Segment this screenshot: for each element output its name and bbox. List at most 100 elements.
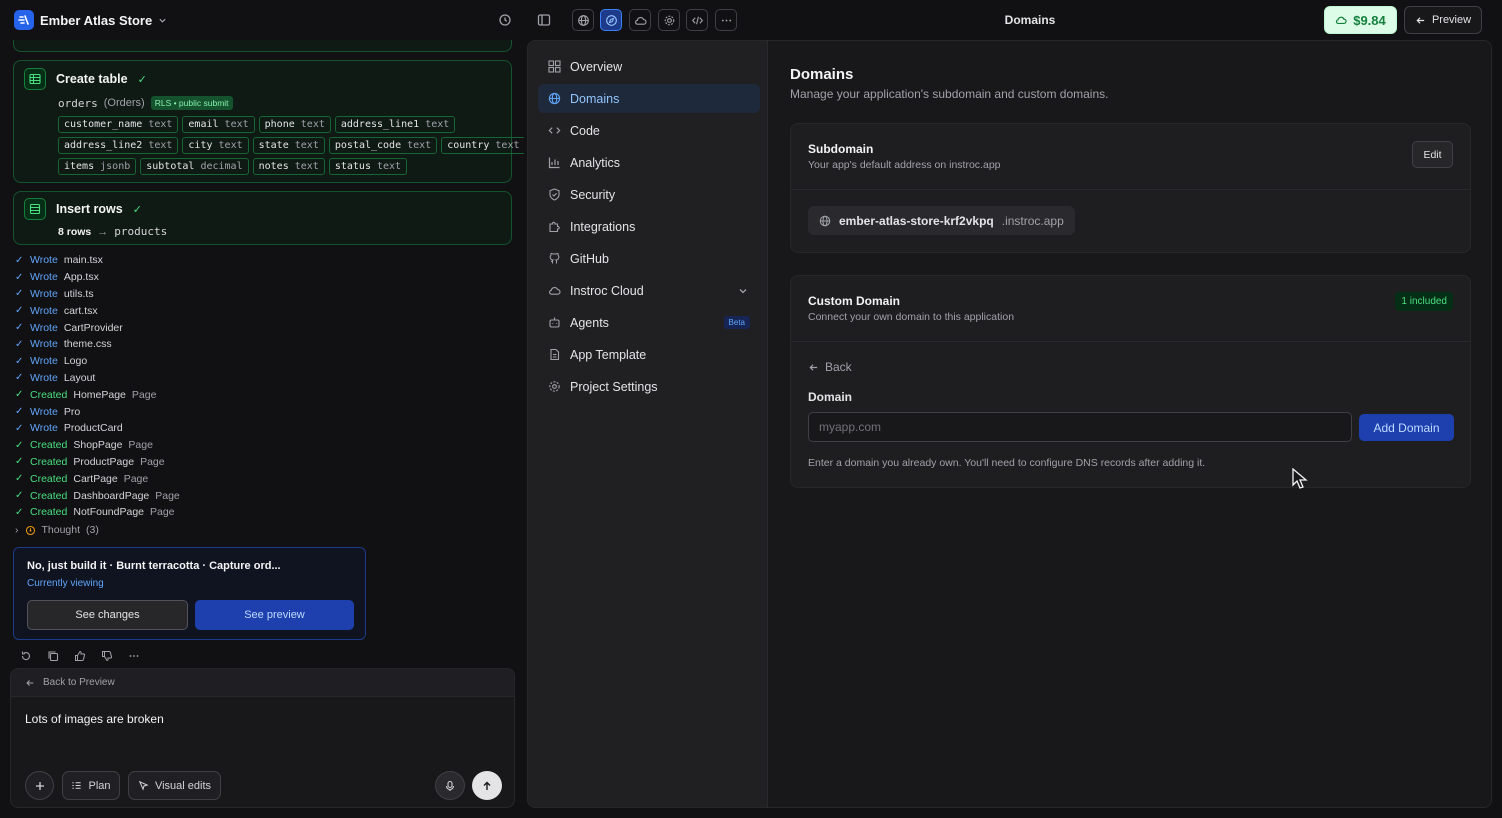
shield-icon [548,188,561,201]
copy-icon[interactable] [46,649,60,663]
column-chip: country text [441,137,524,154]
divider [791,189,1470,190]
thumbs-down-icon[interactable] [100,649,114,663]
project-name: Ember Atlas Store [40,12,153,28]
back-link[interactable]: Back [808,360,852,374]
column-chip: notes text [252,158,325,175]
edit-subdomain-button[interactable]: Edit [1412,141,1453,168]
nav-item-overview[interactable]: Overview [538,52,760,81]
nav-item-code[interactable]: Code [538,116,760,145]
log-verb: Wrote [30,338,58,351]
check-icon: ✓ [15,406,24,418]
check-icon: ✓ [15,490,24,502]
retry-icon[interactable] [19,649,33,663]
plan-button[interactable]: Plan [62,771,120,800]
project-switcher[interactable]: Ember Atlas Store [14,10,167,30]
log-file: Logo [63,355,88,368]
nav-item-security[interactable]: Security [538,180,760,209]
preview-button[interactable]: Preview [1404,6,1482,34]
code-icon[interactable] [686,9,708,31]
thumbs-up-icon[interactable] [73,649,87,663]
log-item: ✓ Wrote Layout [15,370,180,387]
nav-item-integrations[interactable]: Integrations [538,212,760,241]
domain-input[interactable] [808,412,1352,442]
log-verb: Wrote [30,405,58,418]
check-icon: ✓ [132,203,142,216]
nav-item-github[interactable]: GitHub [538,244,760,273]
cloud-icon[interactable] [629,9,651,31]
plus-icon [34,780,46,792]
nav-item-project-settings[interactable]: Project Settings [538,372,760,401]
log-item: ✓ Created ShopPage Page [15,437,180,454]
credits-amount: $9.84 [1353,12,1386,28]
preview-label: Preview [1431,14,1472,26]
subdomain-value: ember-atlas-store-krf2vkpq [839,213,994,228]
history-icon[interactable] [494,9,516,31]
gear-icon[interactable] [658,9,680,31]
target-table: products [114,225,168,238]
globe-icon[interactable] [572,9,594,31]
log-file: ProductCard [63,422,123,435]
nav-item-domains[interactable]: Domains [538,84,760,113]
log-verb: Wrote [30,321,58,334]
subdomain-title: Subdomain [808,142,874,156]
log-file: CartProvider [63,321,123,334]
column-chip: email text [182,116,255,133]
thought-count: (3) [86,524,99,536]
credits-button[interactable]: $9.84 [1324,6,1397,34]
check-icon: ✓ [15,422,24,434]
back-to-preview-link[interactable]: Back to Preview [11,669,514,697]
nav-label: Code [570,123,600,138]
create-table-header: Create table ✓ [24,68,147,90]
log-verb: Wrote [30,287,58,300]
log-item: ✓ Wrote cart.tsx [15,302,180,319]
arrow-up-icon [481,780,493,792]
agent-icon [548,316,561,329]
log-item: ✓ Wrote theme.css [15,336,180,353]
see-changes-button[interactable]: See changes [27,600,188,630]
message-input[interactable]: Lots of images are broken [25,712,164,726]
see-preview-button[interactable]: See preview [195,600,354,630]
add-domain-button[interactable]: Add Domain [1359,414,1454,441]
send-button[interactable] [472,771,502,800]
microphone-button[interactable] [435,771,465,800]
column-chip: address_line2 text [58,137,179,154]
nav-item-analytics[interactable]: Analytics [538,148,760,177]
check-icon: ✓ [137,73,147,86]
settings-icon [548,380,561,393]
app-logo-icon [14,10,34,30]
log-verb: Wrote [30,271,58,284]
version-title: No, just build it · Burnt terracotta · C… [27,560,281,572]
thought-toggle[interactable]: › Thought (3) [15,524,99,536]
log-item: ✓ Wrote Logo [15,353,180,370]
check-icon: ✓ [15,288,24,300]
analytics-icon [548,156,561,169]
chevron-down-icon[interactable] [738,286,748,296]
log-verb: Created [30,472,68,485]
nav-item-app-template[interactable]: App Template [538,340,760,369]
visual-edits-button[interactable]: Visual edits [128,771,221,800]
check-icon: ✓ [15,271,24,283]
more-icon[interactable] [715,9,737,31]
nav-item-agents[interactable]: Agents Beta [538,308,760,337]
chat-panel: Create table ✓ orders (Orders) RLS • pub… [0,40,524,818]
log-verb: Created [30,506,68,519]
column-chip: state text [252,137,325,154]
divider [791,341,1470,342]
domains-content: Domains Manage your application's subdom… [768,41,1491,807]
rls-badge: RLS • public submit [150,96,233,110]
sidebar-toggle-icon[interactable] [533,9,555,31]
plan-label: Plan [88,779,111,792]
puzzle-icon [548,220,561,233]
nav-label: Overview [570,59,623,74]
overview-icon [548,60,561,73]
lightbulb-icon [25,525,36,536]
nav-item-instroc-cloud[interactable]: Instroc Cloud [538,276,760,305]
log-verb: Created [30,455,68,468]
compass-icon[interactable] [600,9,622,31]
log-suffix: Page [140,455,165,468]
log-suffix: Page [150,506,175,519]
more-icon[interactable] [127,649,141,663]
add-attachment-button[interactable] [25,771,54,800]
chevron-down-icon [158,16,167,25]
